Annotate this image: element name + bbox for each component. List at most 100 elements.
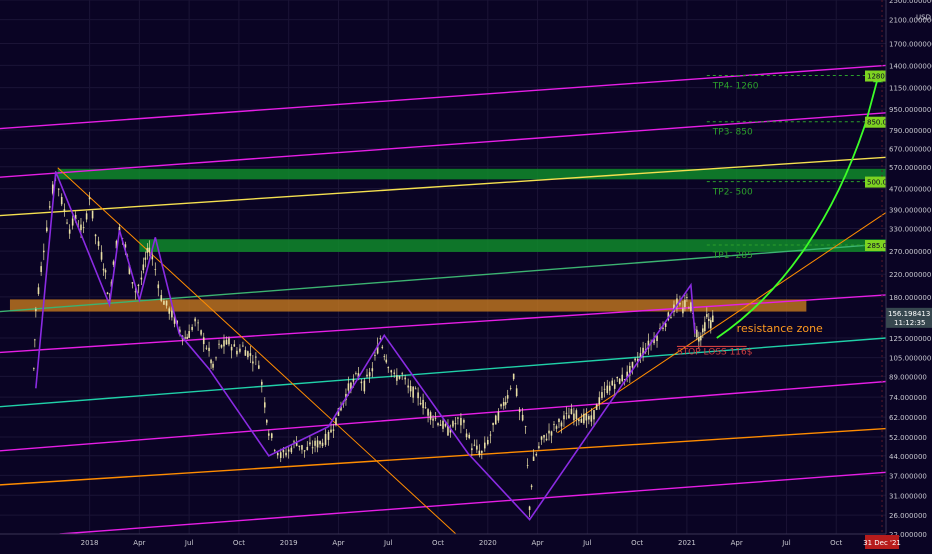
candle-body — [249, 353, 252, 356]
x-tick-label: Jul — [781, 539, 791, 547]
candle-body — [102, 268, 105, 271]
candle-body — [583, 413, 585, 424]
candle-body — [526, 465, 529, 467]
candle-body — [407, 385, 409, 388]
candle-body — [690, 302, 692, 311]
y-tick-label: 37.000000 — [889, 472, 927, 480]
chart-container[interactable]: TP4- 1260 TP3- 850 TP2- 500 TP1- 285 resista… — [0, 0, 932, 550]
candle-body — [387, 367, 390, 369]
y-tick-label: 470.000000 — [889, 186, 931, 194]
x-tick-label: 2020 — [479, 539, 497, 547]
candle-body — [588, 416, 590, 420]
candle-body — [352, 378, 355, 382]
y-tick-label: 74.000000 — [889, 394, 927, 402]
candle-body — [287, 449, 290, 452]
candle-body — [184, 337, 186, 339]
candle-body — [131, 282, 134, 284]
y-tick-label: 44.000000 — [889, 453, 927, 461]
y-tick-label: 220.000000 — [889, 271, 931, 279]
candle-body — [134, 291, 137, 293]
candle-body — [171, 310, 173, 318]
countdown-text[interactable]: 11:12:35 — [894, 319, 925, 327]
candle-body — [40, 266, 42, 272]
candle-body — [478, 450, 481, 456]
candle-body — [210, 359, 212, 364]
candle-body — [578, 419, 580, 422]
candle-body — [524, 426, 527, 428]
resistance-zone-label: resistance zone — [737, 322, 823, 335]
candle-body — [550, 431, 553, 436]
candle-body — [68, 229, 71, 234]
candle-body — [316, 440, 319, 448]
candle-body — [476, 445, 478, 450]
current-price-text[interactable]: 156.198413 — [888, 310, 930, 318]
candle-body — [276, 452, 279, 456]
candle-body — [374, 354, 376, 356]
target-label: TP2- 500 — [712, 188, 753, 198]
candle-body — [419, 402, 422, 405]
candle-body — [383, 356, 386, 358]
candle-body — [398, 376, 401, 379]
candle-body — [417, 392, 419, 399]
candle-body — [306, 446, 309, 450]
candle-body — [301, 445, 303, 450]
candle-body — [545, 438, 548, 441]
candle-body — [555, 426, 558, 429]
candle-body — [593, 410, 595, 420]
y-tick-label: 180.000000 — [889, 294, 931, 302]
candle-body — [228, 338, 230, 345]
candle-body — [332, 429, 335, 431]
candle-body — [565, 412, 568, 414]
candle-body — [200, 330, 202, 335]
candle-body — [486, 440, 489, 445]
currency-label: USD — [916, 13, 931, 21]
candle-body — [57, 188, 60, 190]
y-tick-label: 26.000000 — [889, 512, 927, 520]
candle-body — [543, 435, 545, 438]
target-label: TP1- 285 — [712, 251, 753, 261]
candle-body — [43, 250, 45, 253]
candle-body — [379, 338, 382, 340]
candle-body — [463, 419, 465, 423]
candle-body — [497, 411, 500, 421]
candle-body — [142, 264, 145, 271]
candle-body — [631, 361, 634, 368]
candle-body — [285, 452, 287, 456]
candle-body — [457, 417, 459, 419]
candle-body — [573, 413, 575, 421]
candle-body — [319, 441, 321, 445]
candle-body — [682, 308, 684, 314]
candle-body — [140, 277, 143, 280]
time-axis[interactable]: 2018 Apr Jul Oct 2019 Apr Jul Oct 2020 Apr Jul Oct 2… — [0, 533, 901, 550]
price-chart[interactable]: TP4- 1260 TP3- 850 TP2- 500 TP1- 285 resista… — [0, 0, 932, 550]
candle-body — [197, 322, 199, 324]
candle-body — [598, 397, 601, 405]
candle-body — [252, 361, 254, 364]
x-tick-label: Apr — [332, 539, 344, 547]
date-box-text[interactable]: 31 Dec '21 — [863, 539, 901, 547]
candle-body — [267, 433, 270, 436]
candle-body — [45, 227, 48, 232]
candle-body — [521, 414, 524, 421]
candle-body — [311, 447, 314, 449]
y-tick-label: 570.000000 — [889, 164, 931, 172]
candle-body — [484, 442, 486, 449]
x-tick-label: Oct — [631, 539, 643, 547]
candle-body — [414, 388, 417, 390]
candle-body — [97, 241, 100, 246]
candle-body — [309, 442, 311, 445]
x-tick-label: 2019 — [280, 539, 298, 547]
y-tick-label: 330.000000 — [889, 225, 931, 233]
candle-body — [37, 287, 40, 294]
candle-body — [371, 368, 374, 372]
candle-body — [242, 345, 244, 347]
candle-body — [255, 356, 257, 358]
y-tick-label: 1400.000000 — [889, 62, 932, 70]
candle-body — [606, 385, 609, 394]
candle-body — [494, 415, 497, 425]
candle-body — [518, 409, 521, 413]
candle-body — [432, 418, 434, 421]
candle-body — [385, 359, 388, 363]
y-tick-label: 950.000000 — [889, 106, 931, 114]
candle-body — [548, 430, 550, 434]
